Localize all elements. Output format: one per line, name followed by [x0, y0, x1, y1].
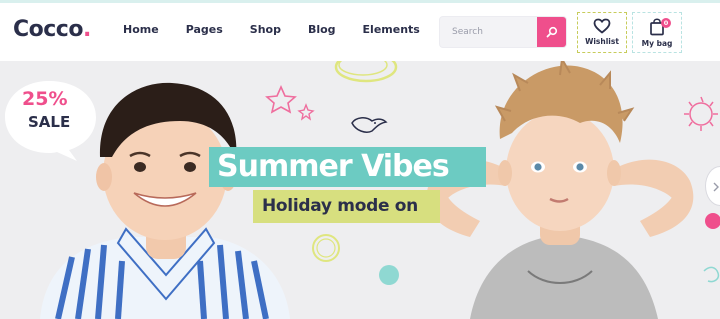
search-button[interactable]: [537, 17, 566, 47]
wishlist-label: Wishlist: [585, 37, 619, 46]
nav-item-shop[interactable]: Shop: [250, 23, 281, 36]
bag-label: My bag: [641, 39, 673, 48]
hero-subtitle: Holiday mode on: [262, 196, 418, 216]
search-icon: [546, 26, 557, 38]
main-nav: Home Pages Shop Blog Elements: [120, 23, 447, 39]
nav-item-pages[interactable]: Pages: [186, 23, 223, 36]
sale-word: SALE: [28, 113, 71, 131]
site-logo[interactable]: Cocco.: [13, 17, 91, 42]
bag-count-badge: 0: [661, 18, 671, 28]
hero-banner: 25% SALE Summer Vibes Holiday mode on: [0, 61, 720, 319]
logo-text: Cocco: [13, 17, 83, 42]
nav-item-blog[interactable]: Blog: [308, 23, 336, 36]
search-input[interactable]: [440, 17, 538, 47]
nav-item-elements[interactable]: Elements: [363, 23, 420, 36]
search-box: [439, 16, 567, 48]
nav-item-home[interactable]: Home: [120, 23, 162, 39]
heart-icon: [593, 18, 611, 34]
site-header: Cocco. Home Pages Shop Blog Elements Wis…: [0, 3, 720, 61]
my-bag-button[interactable]: 0 My bag: [632, 12, 682, 53]
sale-percent: 25%: [22, 88, 68, 110]
logo-dot: .: [82, 17, 91, 42]
hero-title: Summer Vibes: [217, 149, 450, 184]
sale-badge: 25% SALE: [3, 77, 99, 163]
wishlist-button[interactable]: Wishlist: [577, 12, 627, 53]
chevron-right-icon: [713, 182, 719, 192]
